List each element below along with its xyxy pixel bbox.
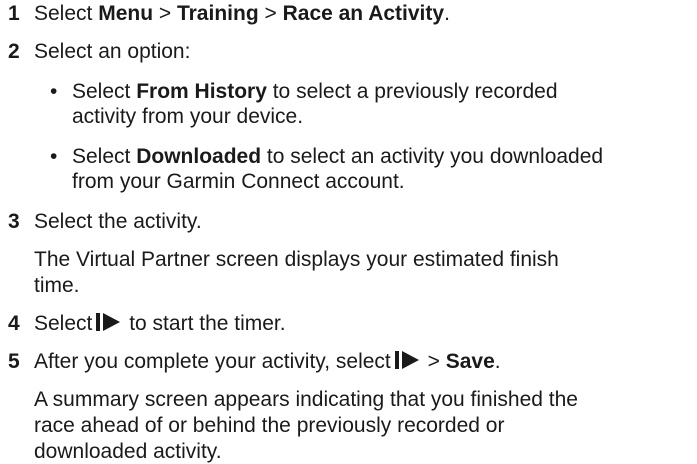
step-4-text: Select to start the timer. <box>34 312 286 338</box>
step-number-1: 1 <box>8 2 20 25</box>
step-3-note-line1: The Virtual Partner screen displays your… <box>34 248 559 271</box>
step-1-text: Select Menu > Training > Race an Activit… <box>34 2 450 25</box>
step-5-note-line1: A summary screen appears indicating that… <box>34 388 578 411</box>
downloaded-label: Downloaded <box>136 145 262 168</box>
training-label: Training <box>176 2 259 25</box>
step-number-5: 5 <box>8 350 20 373</box>
bullet-icon: • <box>50 145 58 168</box>
option-from-history-line2: activity from your device. <box>72 105 304 128</box>
step-5-text: After you complete your activity, select… <box>34 350 501 376</box>
option-downloaded-line2: from your Garmin Connect account. <box>72 170 405 193</box>
from-history-label: From History <box>136 80 267 103</box>
step-number-2: 2 <box>8 40 20 63</box>
option-from-history-line1: Select From History to select a previous… <box>72 80 558 103</box>
option-downloaded-line1: Select Downloaded to select an activity … <box>72 145 604 168</box>
instruction-page: { "steps": [ { "number": "1", "parts": {… <box>0 0 697 463</box>
step-number-4: 4 <box>8 312 20 335</box>
step-5-note-line2: race ahead of or behind the previously r… <box>34 414 505 437</box>
step-2-text: Select an option: <box>34 40 191 63</box>
step-number-3: 3 <box>8 210 20 233</box>
step-3-text: Select the activity. <box>34 210 202 233</box>
play-pause-icon <box>394 350 420 376</box>
step-3-note-line2: time. <box>34 274 80 297</box>
save-label: Save <box>445 350 495 373</box>
race-an-activity-label: Race an Activity <box>282 2 445 25</box>
menu-label: Menu <box>98 2 154 25</box>
bullet-icon: • <box>50 80 58 103</box>
play-pause-icon <box>95 312 121 338</box>
